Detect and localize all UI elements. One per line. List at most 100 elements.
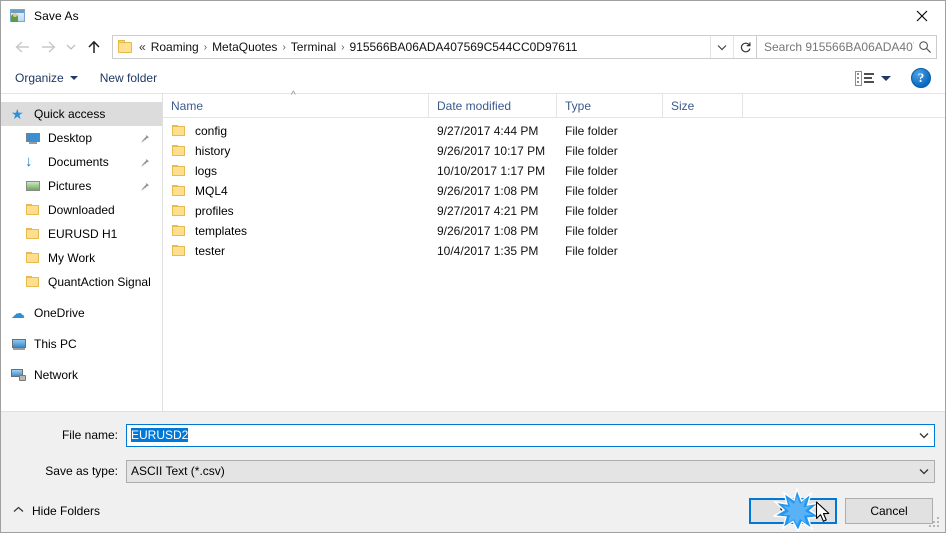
table-row[interactable]: logs 10/10/2017 1:17 PM File folder [163,161,945,181]
search-box[interactable]: Search 915566BA06ADA40756... [757,35,937,59]
view-dropdown-icon[interactable] [881,75,891,81]
folder-icon [171,163,187,179]
sidebar-item-pictures[interactable]: Pictures [1,174,162,198]
breadcrumb-separator[interactable]: › [339,42,346,53]
file-name-dropdown-icon[interactable] [914,432,934,439]
folder-icon [171,143,187,159]
row-date: 9/27/2017 4:21 PM [437,204,539,218]
save-as-dialog: Save As « Roaming › MetaQuotes › Termina… [0,0,946,533]
desktop-icon [25,130,41,146]
sidebar-item-label: Desktop [48,131,93,145]
sidebar-item-label: Downloaded [48,203,115,217]
close-icon[interactable] [899,1,945,31]
forward-icon[interactable] [35,34,61,60]
breadcrumb-item-roaming[interactable]: Roaming [148,40,202,54]
title-bar: Save As [1,1,945,31]
search-icon [914,40,936,54]
column-header-name[interactable]: Name ^ [163,90,429,117]
folder-icon [25,274,41,290]
row-date: 10/10/2017 1:17 PM [437,164,546,178]
search-input[interactable]: Search 915566BA06ADA40756... [757,40,914,54]
save-as-type-label: Save as type: [45,464,118,478]
sidebar-item-this-pc[interactable]: This PC [1,332,162,356]
breadcrumb-separator[interactable]: › [280,42,287,53]
hide-folders-button[interactable]: Hide Folders [13,504,100,518]
back-icon[interactable] [9,34,35,60]
row-name-cell: history [163,143,429,159]
sidebar-item-label: EURUSD H1 [48,227,118,241]
row-type: File folder [565,224,618,238]
table-row[interactable]: history 9/26/2017 10:17 PM File folder [163,141,945,161]
table-row[interactable]: MQL4 9/26/2017 1:08 PM File folder [163,181,945,201]
pin-icon[interactable] [140,157,150,167]
help-icon[interactable]: ? [911,68,931,88]
row-date: 9/26/2017 10:17 PM [437,144,546,158]
pin-icon[interactable] [140,133,150,143]
sort-ascending-icon: ^ [291,90,296,101]
row-name-cell: templates [163,223,429,239]
sidebar-item-onedrive[interactable]: ☁ OneDrive [1,301,162,325]
sidebar-item-my-work[interactable]: My Work [1,246,162,270]
row-type: File folder [565,164,618,178]
recent-locations-icon[interactable] [61,34,81,60]
sidebar-item-network[interactable]: Network [1,363,162,387]
table-row[interactable]: templates 9/26/2017 1:08 PM File folder [163,221,945,241]
file-rows: config 9/27/2017 4:44 PM File folder his… [163,118,945,411]
organize-button[interactable]: Organize [15,66,78,90]
breadcrumb-item-metaquotes[interactable]: MetaQuotes [209,40,280,54]
address-bar[interactable]: « Roaming › MetaQuotes › Terminal › 9155… [112,35,757,59]
new-folder-button[interactable]: New folder [100,66,157,90]
action-bar: Hide Folders Save Cancel [1,490,945,532]
breadcrumb: « Roaming › MetaQuotes › Terminal › 9155… [139,40,710,54]
sidebar-item-documents[interactable]: ↓ Documents [1,150,162,174]
pin-icon[interactable] [140,181,150,191]
row-date: 10/4/2017 1:35 PM [437,244,539,258]
address-dropdown-icon[interactable] [710,36,733,58]
table-row[interactable]: tester 10/4/2017 1:35 PM File folder [163,241,945,261]
file-name-label: File name: [61,428,118,442]
up-icon[interactable] [81,34,107,60]
row-name: logs [195,164,218,178]
folder-icon [118,40,134,54]
save-as-type-dropdown-icon[interactable] [914,468,934,475]
row-name-cell: profiles [163,203,429,219]
pictures-icon [25,178,41,194]
resize-grip[interactable] [929,517,941,529]
refresh-icon[interactable] [733,36,756,58]
sidebar-item-quick-access[interactable]: ★ Quick access [1,102,162,126]
breadcrumb-item-current[interactable]: 915566BA06ADA407569C544CC0D97611 [346,40,580,54]
row-name-cell: logs [163,163,429,179]
save-as-type-select[interactable]: ASCII Text (*.csv) [126,459,935,483]
sidebar-item-downloaded[interactable]: Downloaded [1,198,162,222]
column-header-size[interactable]: Size [663,94,743,117]
folder-icon [171,223,187,239]
file-name-value[interactable]: EURUSD2 [127,428,914,442]
save-button[interactable]: Save [749,498,837,524]
column-header-type[interactable]: Type [557,94,663,117]
breadcrumb-item-terminal[interactable]: Terminal [288,40,339,54]
sidebar-item-eurusd-h1[interactable]: EURUSD H1 [1,222,162,246]
column-label: Type [565,98,592,113]
save-panel: File name: EURUSD2 Save as type: ASCII T… [1,411,945,532]
row-name: templates [195,224,248,238]
sidebar-item-quantaction-signal[interactable]: QuantAction Signal [1,270,162,294]
network-icon [11,367,27,383]
row-name: profiles [195,204,234,218]
breadcrumb-separator[interactable]: › [202,42,209,53]
dialog-body: ★ Quick access Desktop ↓ Documents Pictu… [1,90,945,411]
file-name-input[interactable]: EURUSD2 [126,423,935,447]
column-header-date-modified[interactable]: Date modified [429,94,557,117]
folder-icon [25,250,41,266]
folder-icon [25,202,41,218]
sidebar-item-desktop[interactable]: Desktop [1,126,162,150]
sidebar-item-label: Quick access [34,107,106,121]
view-layout-icon[interactable] [855,70,874,86]
download-arrow-icon: ↓ [25,153,33,170]
row-name: tester [195,244,226,258]
breadcrumb-overflow[interactable]: « [139,40,148,54]
column-label: Date modified [437,98,512,113]
sidebar-item-label: Pictures [48,179,92,193]
cancel-button[interactable]: Cancel [845,498,933,524]
table-row[interactable]: profiles 9/27/2017 4:21 PM File folder [163,201,945,221]
table-row[interactable]: config 9/27/2017 4:44 PM File folder [163,121,945,141]
